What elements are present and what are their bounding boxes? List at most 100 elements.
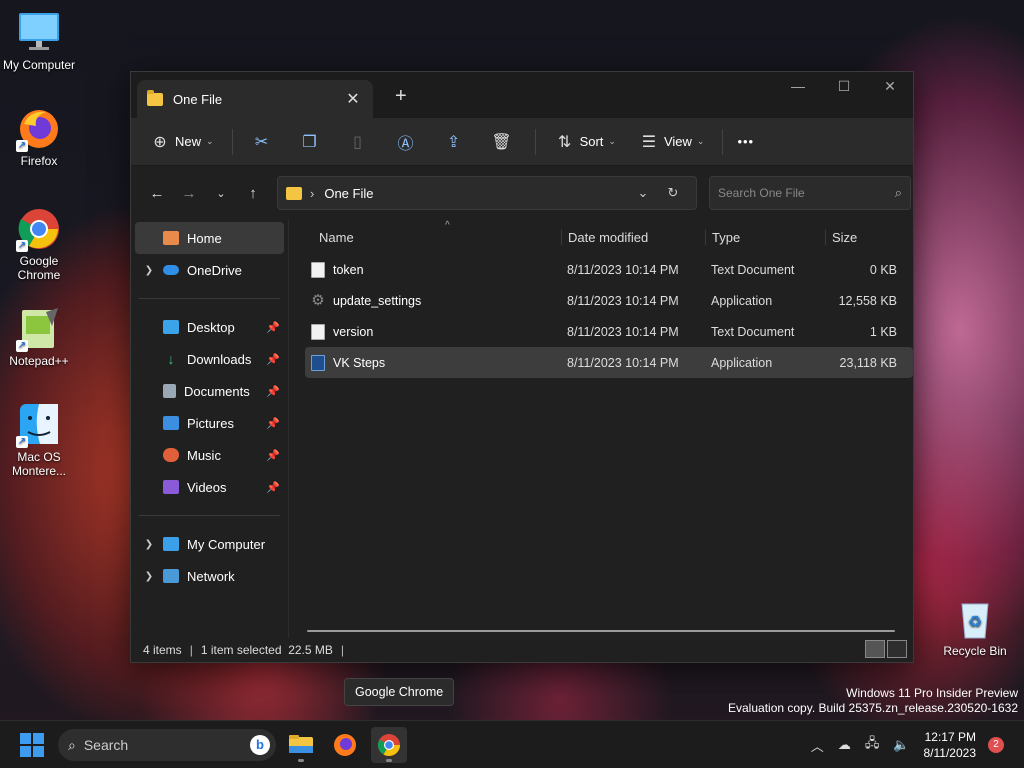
column-header-date-modified[interactable]: Date modified: [561, 229, 705, 245]
expand-chevron-icon[interactable]: ❯: [135, 571, 163, 582]
up-arrow-icon[interactable]: ↑: [237, 185, 269, 202]
rename-button[interactable]: Ⓐ: [391, 130, 421, 154]
delete-button[interactable]: 🗑: [487, 132, 517, 152]
taskbar-firefox[interactable]: [327, 727, 363, 763]
sort-label: Sort: [579, 134, 604, 149]
clipboard-icon: ▯: [353, 133, 362, 151]
desktop-icon-chrome[interactable]: ↗ Google Chrome: [1, 206, 77, 282]
svg-text:♻: ♻: [968, 614, 982, 631]
shortcut-arrow-icon: ↗: [16, 340, 28, 352]
sort-button[interactable]: ⇅ Sort ⌄: [550, 132, 616, 152]
address-dropdown-icon[interactable]: ⌄: [628, 185, 658, 201]
sidebar-item-label: Videos: [187, 479, 227, 495]
more-icon: •••: [737, 134, 755, 149]
desktop-icon-notepadpp[interactable]: ↗ Notepad++: [1, 306, 77, 368]
onedrive-cloud-icon[interactable]: ☁: [838, 737, 851, 753]
maximize-button[interactable]: ☐: [821, 72, 867, 102]
volume-icon[interactable]: 🔈: [893, 737, 909, 753]
search-input[interactable]: [718, 186, 895, 200]
taskbar-search[interactable]: ⌕ Search b: [58, 729, 276, 761]
sidebar-item-music[interactable]: Music 📌: [135, 439, 284, 471]
sidebar-item-downloads[interactable]: ↓ Downloads 📌: [135, 343, 284, 375]
notification-badge[interactable]: 2: [988, 737, 1004, 753]
taskbar-chrome[interactable]: [371, 727, 407, 763]
sidebar-item-pictures[interactable]: Pictures 📌: [135, 407, 284, 439]
sidebar-item-label: Home: [187, 230, 222, 246]
desktop-icon-recycle-bin[interactable]: ♻ Recycle Bin: [937, 596, 1013, 658]
table-row-selected[interactable]: VK Steps 8/11/2023 10:14 PM Application …: [305, 347, 913, 378]
sidebar-item-home[interactable]: Home: [135, 222, 284, 254]
window-controls: — ☐ ✕: [775, 72, 913, 102]
taskbar-tooltip: Google Chrome: [344, 678, 455, 706]
taskbar: ⌕ Search b ︿ ☁ 🖧 🔈 12:17 PM 8/11/2023 2: [0, 720, 1024, 768]
file-date: 8/11/2023 10:14 PM: [567, 293, 679, 308]
notepadpp-icon: ↗: [16, 306, 62, 352]
column-header-name[interactable]: Name: [305, 230, 561, 245]
breadcrumb-current[interactable]: One File: [324, 186, 628, 201]
address-bar[interactable]: › One File ⌄ ↻: [277, 176, 697, 210]
finder-icon: ↗: [16, 402, 62, 448]
windows-start-icon[interactable]: [20, 733, 44, 757]
back-arrow-icon[interactable]: ←: [141, 185, 173, 202]
sidebar-item-documents[interactable]: Documents 📌: [135, 375, 284, 407]
close-tab-icon[interactable]: ✕: [343, 89, 363, 109]
desktop-icon-my-computer[interactable]: My Computer: [1, 10, 77, 72]
file-list: Name Date modified Type Size ^ token 8/1…: [289, 220, 913, 640]
folder-icon: [147, 89, 163, 106]
firefox-icon: [334, 734, 356, 756]
sidebar-item-onedrive[interactable]: ❯ OneDrive: [135, 254, 284, 286]
desktop-icon-label: Recycle Bin: [943, 644, 1007, 658]
divider: [722, 128, 724, 155]
bing-icon[interactable]: b: [250, 735, 270, 755]
file-name: VK Steps: [333, 355, 386, 370]
sidebar-item-desktop[interactable]: Desktop 📌: [135, 311, 284, 343]
share-button[interactable]: ⇪: [439, 132, 469, 152]
file-type: Application: [711, 293, 773, 308]
file-explorer-window: One File ✕ + — ☐ ✕ ⊕ New ⌄ ✂ ❐ ▯ Ⓐ ⇪ 🗑 ⇅…: [130, 71, 914, 663]
desktop-icon-firefox[interactable]: ↗ Firefox: [1, 106, 77, 168]
search-icon[interactable]: ⌕: [895, 185, 902, 201]
divider: |: [340, 643, 345, 657]
forward-arrow-icon[interactable]: →: [173, 185, 205, 202]
sidebar-item-my-computer[interactable]: ❯ My Computer: [135, 528, 284, 560]
column-header-size[interactable]: Size: [825, 229, 901, 245]
sidebar-item-videos[interactable]: Videos 📌: [135, 471, 284, 503]
expand-chevron-icon[interactable]: ❯: [135, 539, 163, 550]
pin-icon: 📌: [266, 353, 280, 366]
details-view-icon[interactable]: [865, 640, 885, 658]
view-button[interactable]: ☰ View ⌄: [634, 132, 705, 152]
search-box[interactable]: ⌕: [709, 176, 911, 210]
expand-chevron-icon[interactable]: ❯: [135, 265, 163, 276]
refresh-icon[interactable]: ↻: [658, 185, 688, 201]
new-tab-button[interactable]: +: [395, 85, 407, 108]
recent-locations-chevron-icon[interactable]: ⌄: [205, 187, 237, 200]
file-name: token: [333, 262, 364, 277]
file-date: 8/11/2023 10:14 PM: [567, 355, 679, 370]
paste-button[interactable]: ▯: [343, 132, 373, 152]
cut-button[interactable]: ✂: [247, 132, 277, 152]
column-header-type[interactable]: Type: [705, 229, 825, 245]
tab-one-file[interactable]: One File ✕: [137, 80, 373, 118]
taskbar-file-explorer[interactable]: [283, 727, 319, 763]
table-row[interactable]: version 8/11/2023 10:14 PM Text Document…: [305, 316, 913, 347]
sidebar-item-network[interactable]: ❯ Network: [135, 560, 284, 592]
table-row[interactable]: token 8/11/2023 10:14 PM Text Document 0…: [305, 254, 913, 285]
tiles-view-icon[interactable]: [887, 640, 907, 658]
chevron-up-icon[interactable]: ︿: [811, 736, 824, 755]
close-window-button[interactable]: ✕: [867, 72, 913, 102]
divider: [231, 128, 233, 155]
minimize-button[interactable]: —: [775, 72, 821, 102]
clock-date: 8/11/2023: [923, 746, 977, 760]
copy-button[interactable]: ❐: [295, 132, 325, 152]
file-size: 1 KB: [869, 324, 897, 339]
horizontal-scrollbar[interactable]: [307, 630, 895, 632]
more-options-button[interactable]: •••: [737, 134, 754, 149]
network-icon[interactable]: 🖧: [865, 734, 880, 756]
network-icon: [163, 569, 179, 583]
file-name: update_settings: [333, 293, 422, 308]
clock[interactable]: 12:17 PM 8/11/2023: [924, 729, 977, 761]
rename-icon: Ⓐ: [397, 135, 414, 153]
desktop-icon-macos[interactable]: ↗ Mac OS Montere...: [1, 402, 77, 478]
new-button[interactable]: ⊕ New ⌄: [145, 132, 213, 152]
table-row[interactable]: ⚙ update_settings 8/11/2023 10:14 PM Appl…: [305, 285, 913, 316]
